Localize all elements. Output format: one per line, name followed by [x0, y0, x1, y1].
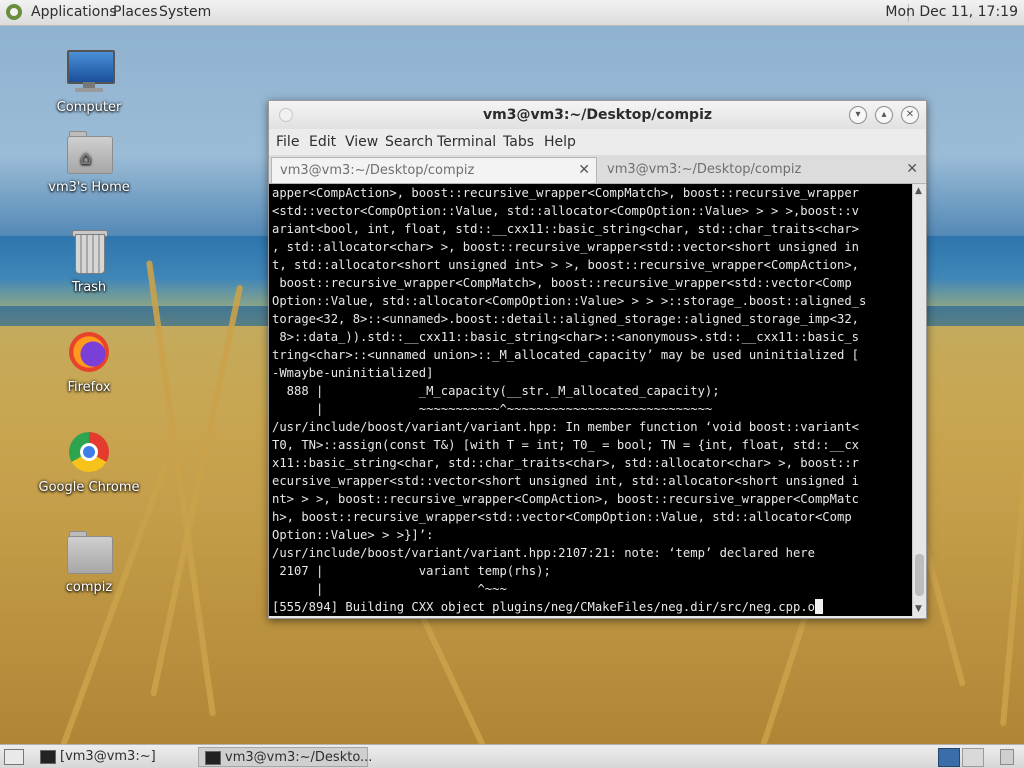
menu-terminal[interactable]: Terminal [437, 134, 496, 150]
scrollbar-thumb[interactable] [915, 554, 924, 596]
chrome-icon [65, 428, 113, 476]
distro-logo-icon[interactable] [6, 4, 22, 20]
tab-2[interactable]: vm3@vm3:~/Desktop/compiz ✕ [599, 157, 924, 183]
clock[interactable]: Mon Dec 11, 17:19 [885, 4, 1018, 20]
terminal-tab-bar: vm3@vm3:~/Desktop/compiz ✕ vm3@vm3:~/Des… [269, 155, 926, 184]
terminal-line: | ~~~~~~~~~~~^~~~~~~~~~~~~~~~~~~~~~~~~~~… [272, 402, 713, 416]
folder-icon [65, 528, 113, 576]
desktop-icon-compiz[interactable]: compiz [34, 528, 144, 595]
terminal-line: apper<CompAction>, boost::recursive_wrap… [272, 186, 859, 200]
scroll-up-icon[interactable]: ▲ [915, 186, 922, 196]
system-menu[interactable]: System [159, 4, 211, 20]
terminal-line: T0, TN>::assign(const T&) [with T = int;… [272, 438, 859, 452]
workspace-2[interactable] [962, 748, 984, 767]
terminal-line: nt> > >, boost::recursive_wrapper<CompAc… [272, 492, 859, 506]
taskbar-item-terminal-1[interactable]: [vm3@vm3:~] [34, 747, 194, 767]
close-button[interactable]: ✕ [901, 106, 919, 124]
workspace-1[interactable] [938, 748, 960, 767]
applications-menu[interactable]: Applications [31, 4, 117, 20]
terminal-line: Option::Value> > >}]’: [272, 528, 434, 542]
desktop-icon-computer[interactable]: Computer [34, 48, 144, 115]
terminal-window[interactable]: vm3@vm3:~/Desktop/compiz ▾ ▴ ✕ File Edit… [268, 100, 927, 619]
desktop-icon-label: Firefox [67, 380, 111, 395]
terminal-line: tring<char>::<unnamed union>::_M_allocat… [272, 348, 859, 362]
desktop-icon-home[interactable]: ⌂ vm3's Home [34, 128, 144, 195]
menu-file[interactable]: File [276, 134, 299, 150]
window-titlebar[interactable]: vm3@vm3:~/Desktop/compiz ▾ ▴ ✕ [269, 101, 926, 129]
minimize-button[interactable]: ▾ [849, 106, 867, 124]
terminal-line: /usr/include/boost/variant/variant.hpp: … [272, 420, 859, 434]
tab-1[interactable]: vm3@vm3:~/Desktop/compiz ✕ [271, 157, 597, 183]
menu-search[interactable]: Search [385, 134, 433, 150]
tab-label: vm3@vm3:~/Desktop/compiz [607, 162, 802, 177]
scroll-down-icon[interactable]: ▼ [915, 604, 922, 614]
terminal-line: [555/894] Building CXX object plugins/ne… [272, 600, 815, 614]
terminal-line: x11::basic_string<char, std::char_traits… [272, 456, 859, 470]
home-folder-icon: ⌂ [65, 128, 113, 176]
places-menu[interactable]: Places [113, 4, 158, 20]
chevron-down-icon: ▾ [855, 109, 861, 120]
terminal-line: 8>::data_)).std::__cxx11::basic_string<c… [272, 330, 859, 344]
terminal-line: boost::recursive_wrapper<CompMatch>, boo… [272, 276, 852, 290]
taskbar-item-label: vm3@vm3:~/Deskto... [225, 750, 373, 765]
terminal-line: 2107 | variant temp(rhs); [272, 564, 551, 578]
terminal-line: <std::vector<CompOption::Value, std::all… [272, 204, 859, 218]
terminal-line: /usr/include/boost/variant/variant.hpp:2… [272, 546, 815, 560]
terminal-icon [40, 750, 56, 764]
tab-label: vm3@vm3:~/Desktop/compiz [280, 163, 475, 178]
computer-icon [65, 48, 115, 96]
terminal-line: Option::Value, std::allocator<CompOption… [272, 294, 867, 308]
taskbar-item-terminal-2[interactable]: vm3@vm3:~/Deskto... [198, 747, 372, 767]
taskbar-item-label: [vm3@vm3:~] [60, 749, 156, 764]
show-desktop-icon[interactable] [4, 749, 24, 765]
menu-help[interactable]: Help [544, 134, 576, 150]
desktop-icon-trash[interactable]: Trash [34, 228, 144, 295]
trash-applet-icon[interactable] [1000, 749, 1014, 765]
terminal-icon [205, 751, 221, 765]
terminal-cursor [814, 599, 823, 614]
trash-icon [65, 228, 113, 276]
desktop-icon-firefox[interactable]: Firefox [34, 328, 144, 395]
terminal-menubar: File Edit View Search Terminal Tabs Help [269, 129, 926, 155]
desktop-icon-label: Google Chrome [38, 480, 140, 495]
close-icon[interactable]: ✕ [578, 162, 590, 178]
menu-edit[interactable]: Edit [309, 134, 336, 150]
bottom-panel: [vm3@vm3:~] vm3@vm3:~/Deskto... [0, 744, 1024, 768]
terminal-line: 888 | _M_capacity(__str._M_allocated_cap… [272, 384, 720, 398]
terminal-line: t, std::allocator<short unsigned int> > … [272, 258, 859, 272]
terminal-line: , std::allocator<char> >, boost::recursi… [272, 240, 859, 254]
menu-view[interactable]: View [345, 134, 378, 150]
terminal-text: apper<CompAction>, boost::recursive_wrap… [269, 184, 912, 616]
desktop-icon-label: vm3's Home [48, 180, 130, 195]
terminal-scrollbar[interactable]: ▲ ▼ [912, 184, 926, 616]
maximize-button[interactable]: ▴ [875, 106, 893, 124]
desktop-icon-label: Trash [71, 280, 107, 295]
desktop-icon-label: Computer [56, 100, 122, 115]
desktop-icon-chrome[interactable]: Google Chrome [34, 428, 144, 495]
close-icon: ✕ [905, 109, 915, 120]
chevron-up-icon: ▴ [881, 109, 887, 120]
top-panel: Applications Places System Mon Dec 11, 1… [0, 0, 1024, 26]
desktop-icon-label: compiz [65, 580, 113, 595]
terminal-line: ariant<bool, int, float, std::__cxx11::b… [272, 222, 859, 236]
window-title: vm3@vm3:~/Desktop/compiz [482, 107, 713, 123]
terminal-output[interactable]: apper<CompAction>, boost::recursive_wrap… [269, 184, 912, 616]
menu-tabs[interactable]: Tabs [503, 134, 534, 150]
terminal-line: h>, boost::recursive_wrapper<std::vector… [272, 510, 852, 524]
terminal-line: torage<32, 8>::<unnamed>.boost::detail::… [272, 312, 859, 326]
terminal-line: -Wmaybe-uninitialized] [272, 366, 434, 380]
terminal-line: | ^~~~ [272, 582, 507, 596]
terminal-line: ecursive_wrapper<std::vector<short unsig… [272, 474, 859, 488]
firefox-icon [65, 328, 113, 376]
close-icon[interactable]: ✕ [906, 161, 918, 177]
